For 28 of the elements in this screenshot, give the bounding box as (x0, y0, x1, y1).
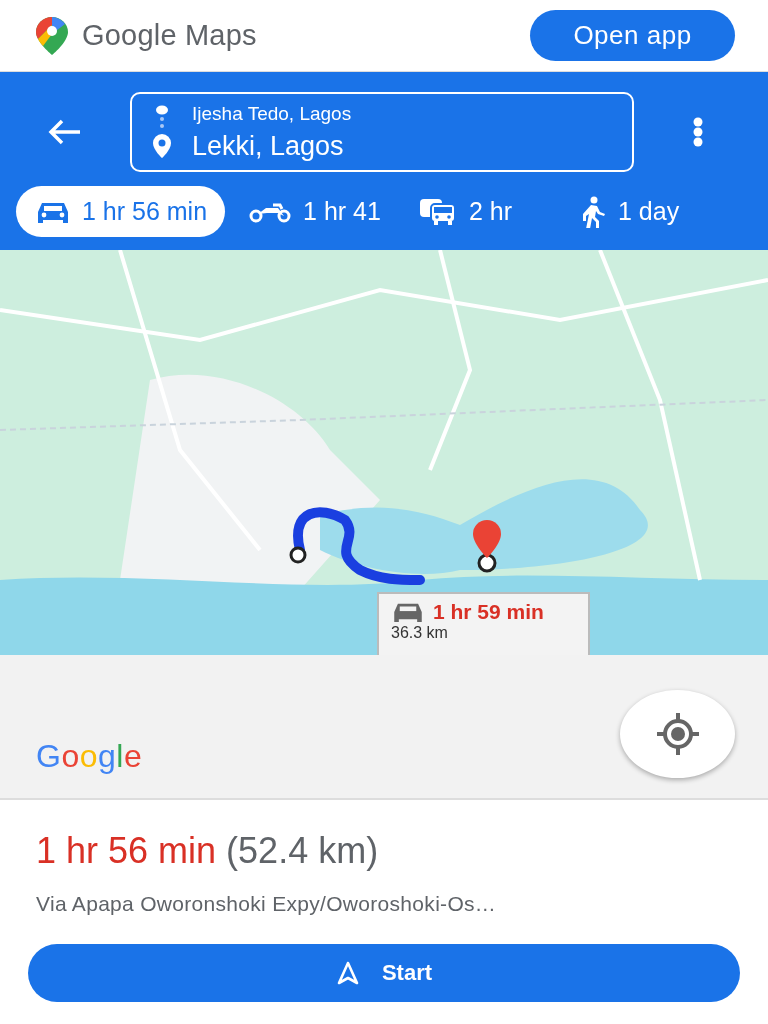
route-description: Via Apapa Oworonshoki Expy/Oworoshoki-Os… (36, 892, 498, 916)
open-app-button[interactable]: Open app (530, 10, 735, 61)
navigation-arrow-icon (335, 961, 360, 985)
origin-text: Ijesha Tedo, Lagos (192, 102, 352, 125)
bus-icon (418, 197, 457, 226)
maps-pin-icon (34, 15, 70, 56)
back-arrow-icon[interactable] (48, 119, 82, 145)
crosshair-icon (654, 711, 701, 757)
travel-mode-tab[interactable]: 2 hr (398, 186, 530, 237)
location-pin-icon (152, 133, 172, 159)
travel-mode-tab[interactable]: 1 hr 41 (229, 186, 399, 237)
walking-person-icon (580, 195, 606, 228)
more-options-icon[interactable] (692, 117, 704, 147)
route-callout[interactable]: 1 hr 59 min 36.3 km (377, 592, 590, 655)
route-duration: 1 hr 59 min (433, 600, 544, 624)
my-location-button[interactable] (620, 690, 735, 778)
route-distance: (52.4 km) (226, 830, 379, 872)
travel-mode-tab[interactable]: 1 hr 56 min (16, 186, 226, 237)
route-duration: 1 hr 56 min (36, 830, 217, 872)
route-dots-icon (155, 105, 169, 129)
google-logo: Google (36, 738, 143, 775)
app-name: Google Maps (82, 19, 257, 52)
start-button[interactable]: Start (28, 944, 740, 1002)
destination-text: Lekki, Lagos (192, 130, 345, 162)
route-field[interactable]: Ijesha Tedo, Lagos Lekki, Lagos (130, 92, 634, 172)
travel-mode-tab[interactable]: 1 day (560, 186, 698, 237)
car-icon (391, 601, 425, 623)
route-distance: 36.3 km (391, 624, 449, 642)
